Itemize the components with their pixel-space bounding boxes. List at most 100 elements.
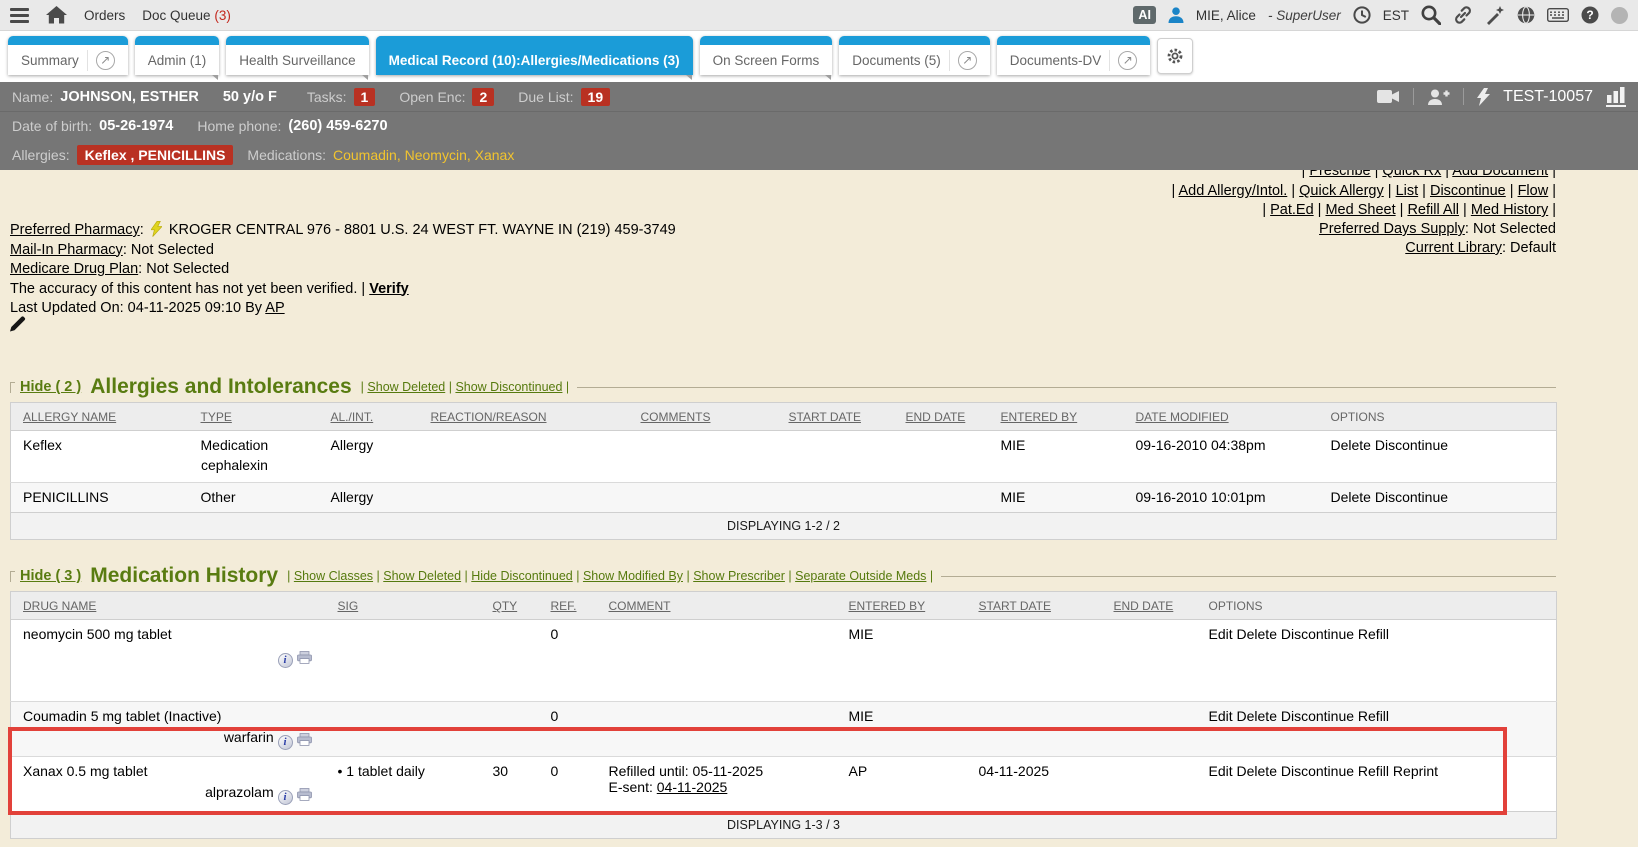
section-link[interactable]: Hide Discontinued: [471, 569, 572, 583]
current-library-link[interactable]: Current Library: [1405, 240, 1502, 256]
allergies-hide-link[interactable]: Hide ( 2 ): [20, 379, 81, 395]
search-icon[interactable]: [1421, 5, 1441, 25]
info-icon[interactable]: [278, 653, 293, 668]
avatar[interactable]: [1611, 7, 1628, 24]
col-qty[interactable]: QTY: [493, 599, 518, 613]
section-link[interactable]: Show Classes: [294, 569, 373, 583]
print-icon[interactable]: [297, 651, 312, 664]
medication-row-options[interactable]: Edit Delete Discontinue Refill: [1197, 620, 1557, 702]
help-icon[interactable]: ?: [1581, 6, 1599, 24]
tab-settings-button[interactable]: [1157, 38, 1193, 74]
action-link[interactable]: Discontinue: [1430, 183, 1506, 199]
link-icon[interactable]: [1453, 5, 1473, 25]
drug-name[interactable]: neomycin 500 mg tablet: [23, 626, 172, 642]
allergy-name[interactable]: Keflex: [23, 437, 62, 453]
section-link[interactable]: Show Prescriber: [693, 569, 785, 583]
medication-row-options[interactable]: Edit Delete Discontinue Refill Reprint: [1197, 757, 1557, 812]
info-icon[interactable]: [278, 735, 293, 750]
col-comment[interactable]: COMMENT: [609, 599, 671, 613]
tasks-badge[interactable]: 1: [354, 88, 376, 106]
hamburger-icon[interactable]: [10, 8, 29, 23]
col-type[interactable]: TYPE: [201, 410, 232, 424]
user-name[interactable]: MIE, Alice: [1196, 8, 1256, 23]
allergies-badge[interactable]: Keflex , PENICILLINS: [77, 145, 234, 165]
clock-icon[interactable]: [1353, 6, 1371, 24]
print-icon[interactable]: [297, 788, 312, 801]
section-link[interactable]: Show Discontinued: [455, 380, 562, 394]
col-entered-by[interactable]: ENTERED BY: [849, 599, 926, 613]
info-icon[interactable]: [278, 790, 293, 805]
menu-orders[interactable]: Orders: [84, 8, 125, 23]
wand-icon[interactable]: [1485, 5, 1505, 25]
open-enc-badge[interactable]: 2: [472, 88, 494, 106]
action-link[interactable]: Prescribe: [1309, 170, 1370, 179]
add-patient-icon[interactable]: [1427, 89, 1450, 105]
medication-link[interactable]: Coumadin: [333, 147, 397, 163]
medication-link[interactable]: Neomycin: [405, 147, 467, 163]
col-reaction[interactable]: REACTION/REASON: [431, 410, 547, 424]
updated-by-link[interactable]: AP: [265, 300, 284, 316]
col-allergy-name[interactable]: ALLERGY NAME: [23, 410, 116, 424]
ai-badge[interactable]: AI: [1133, 6, 1156, 24]
col-start-date[interactable]: START DATE: [979, 599, 1051, 613]
col-drug-name[interactable]: DRUG NAME: [23, 599, 96, 613]
action-link[interactable]: Add Allergy/Intol.: [1178, 183, 1287, 199]
action-link[interactable]: List: [1396, 183, 1419, 199]
popout-icon[interactable]: ↗: [958, 51, 977, 70]
allergy-name[interactable]: PENICILLINS: [23, 489, 109, 505]
section-link[interactable]: Show Deleted: [367, 380, 445, 394]
popout-icon[interactable]: ↗: [1118, 51, 1137, 70]
mailin-pharmacy-link[interactable]: Mail-In Pharmacy: [10, 242, 123, 258]
col-ref[interactable]: REF.: [551, 599, 577, 613]
home-icon[interactable]: [46, 6, 67, 24]
pencil-icon[interactable]: [10, 316, 26, 332]
tab-on-screen-forms[interactable]: On Screen Forms: [700, 36, 833, 75]
medications-hide-link[interactable]: Hide ( 3 ): [20, 568, 81, 584]
action-link[interactable]: Med History: [1471, 202, 1548, 218]
col-comments[interactable]: COMMENTS: [641, 410, 711, 424]
action-link[interactable]: Quick Allergy: [1299, 183, 1384, 199]
print-icon[interactable]: [297, 733, 312, 746]
camera-icon[interactable]: [1377, 89, 1400, 104]
tab-documents-dv[interactable]: Documents-DV↗: [997, 36, 1151, 75]
action-link[interactable]: Refill All: [1407, 202, 1459, 218]
col-sig[interactable]: SIG: [338, 599, 359, 613]
tab-summary[interactable]: Summary↗: [8, 36, 128, 75]
preferred-pharmacy-link[interactable]: Preferred Pharmacy: [10, 222, 140, 238]
col-date-modified[interactable]: DATE MODIFIED: [1136, 410, 1229, 424]
col-start-date[interactable]: START DATE: [789, 410, 861, 424]
allergy-row-options[interactable]: Delete Discontinue: [1319, 483, 1557, 513]
action-link[interactable]: Flow: [1518, 183, 1549, 199]
col-entered-by[interactable]: ENTERED BY: [1001, 410, 1078, 424]
action-link[interactable]: Add Document: [1452, 170, 1548, 179]
action-link[interactable]: Quick Rx: [1382, 170, 1441, 179]
globe-icon[interactable]: [1517, 6, 1535, 24]
drug-name[interactable]: Xanax 0.5 mg tablet: [23, 763, 148, 779]
drug-name[interactable]: Coumadin 5 mg tablet (Inactive): [23, 708, 221, 724]
tab-health-surveillance[interactable]: Health Surveillance: [226, 36, 368, 75]
chart-icon[interactable]: [1606, 86, 1626, 107]
col-end-date[interactable]: END DATE: [906, 410, 966, 424]
keyboard-icon[interactable]: [1547, 8, 1569, 22]
action-link[interactable]: Med Sheet: [1325, 202, 1395, 218]
col-end-date[interactable]: END DATE: [1114, 599, 1174, 613]
col-al-int[interactable]: AL./INT.: [331, 410, 374, 424]
action-link[interactable]: Pat.Ed: [1270, 202, 1314, 218]
tab-admin[interactable]: Admin (1): [135, 36, 220, 75]
user-icon[interactable]: [1168, 7, 1184, 23]
section-link[interactable]: Show Modified By: [583, 569, 683, 583]
section-link[interactable]: Show Deleted: [383, 569, 461, 583]
popout-icon[interactable]: ↗: [96, 51, 115, 70]
bolt-icon[interactable]: [1477, 88, 1490, 106]
tab-documents[interactable]: Documents (5)↗: [839, 36, 990, 75]
days-supply-link[interactable]: Preferred Days Supply: [1319, 221, 1465, 237]
medicare-plan-link[interactable]: Medicare Drug Plan: [10, 261, 138, 277]
medication-row-options[interactable]: Edit Delete Discontinue Refill: [1197, 702, 1557, 757]
allergy-row-options[interactable]: Delete Discontinue: [1319, 431, 1557, 483]
verify-link[interactable]: Verify: [369, 281, 409, 297]
medication-link[interactable]: Xanax: [475, 147, 515, 163]
menu-doc-queue[interactable]: Doc Queue (3): [142, 8, 231, 23]
tab-medical-record[interactable]: Medical Record (10):Allergies/Medication…: [376, 36, 693, 75]
due-list-badge[interactable]: 19: [581, 88, 611, 106]
section-link[interactable]: Separate Outside Meds: [795, 569, 926, 583]
